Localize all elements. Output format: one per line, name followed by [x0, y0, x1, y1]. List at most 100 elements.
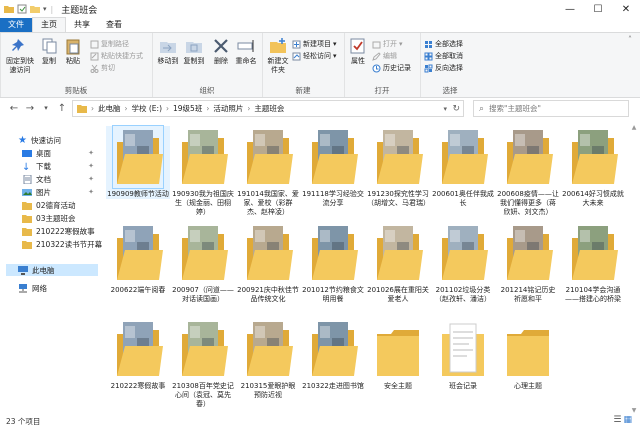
folder-item[interactable]: 200907（问道——对话读国画） — [171, 222, 235, 304]
folder-item[interactable]: 210315爱眼护眼 预防近视 — [236, 318, 300, 400]
back-arrow-icon[interactable]: ← — [6, 103, 22, 114]
folder-item[interactable]: 201026展在重阳关爱老人 — [366, 222, 430, 304]
address-bar[interactable]: › 此电脑 › 学校 (E:) › 19级5班 › 活动照片 › 主题班会 ▾ … — [72, 100, 464, 117]
refresh-icon[interactable]: ↻ — [452, 104, 460, 114]
recent-dropdown-icon[interactable]: ▾ — [38, 104, 54, 112]
easy-access-button[interactable]: 轻松访问 ▾ — [292, 51, 337, 61]
copy-path-button[interactable]: 复制路径 — [90, 39, 129, 49]
nav-item-pictures[interactable]: 图片 ✦ — [22, 186, 98, 198]
copy-button[interactable]: 复制 — [38, 37, 60, 66]
cut-button[interactable]: 剪切 — [90, 63, 115, 73]
new-folder-button[interactable]: 新建文件夹 — [266, 37, 290, 75]
nav-this-pc[interactable]: 此电脑 — [6, 264, 98, 276]
folder-item[interactable]: 201012节约粮食文明用餐 — [301, 222, 365, 304]
properties-icon[interactable] — [17, 4, 27, 14]
breadcrumb-drive[interactable]: 学校 (E:) — [132, 103, 163, 114]
select-none-button[interactable]: 全部取消 — [424, 51, 463, 61]
nav-network[interactable]: 网络 — [18, 282, 47, 294]
minimize-button[interactable]: — — [556, 0, 584, 18]
scroll-up-icon[interactable]: ▲ — [630, 124, 638, 131]
large-icons-view-icon[interactable]: ▦ — [623, 415, 632, 425]
folder-item[interactable]: 心理主题 — [496, 318, 560, 391]
quick-access-toolbar: ▾ — [0, 4, 47, 14]
tab-view[interactable]: 查看 — [98, 18, 130, 32]
folder-item[interactable]: 201102垃圾分类（赵孜轩、潘洁） — [431, 222, 495, 304]
folder-item[interactable]: 安全主题 — [366, 318, 430, 391]
paste-shortcut-button[interactable]: 粘贴快捷方式 — [90, 51, 143, 61]
up-arrow-icon[interactable]: ↑ — [54, 103, 70, 114]
breadcrumb-photos[interactable]: 活动照片 — [213, 103, 243, 114]
folder-item[interactable]: 191118学习经验交流分享 — [301, 126, 365, 208]
open-button[interactable]: 打开 ▾ — [372, 39, 403, 49]
history-label: 历史记录 — [383, 64, 411, 72]
folder-item[interactable]: 班会记录 — [431, 318, 495, 391]
folder-thumbnail-icon — [247, 322, 293, 376]
scrollbar[interactable]: ▲ ▼ — [630, 124, 638, 414]
breadcrumb-this-pc[interactable]: 此电脑 — [98, 103, 121, 114]
nav-item-folder[interactable]: 210222寒假故事 — [22, 225, 95, 237]
folder-item[interactable]: 190930我为祖国庆生（规金丽、田栩婷） — [171, 126, 235, 217]
properties-button[interactable]: 属性 — [348, 37, 368, 66]
folder-item[interactable]: 200622端午阅春 — [106, 222, 170, 295]
pin-quick-access-button[interactable]: 固定到快速访问 — [4, 37, 36, 75]
address-dropdown-icon[interactable]: ▾ — [443, 105, 447, 113]
nav-item-documents[interactable]: 文档 ✦ — [22, 173, 98, 185]
maximize-button[interactable]: ☐ — [584, 0, 612, 18]
details-view-icon[interactable]: ☰ — [613, 415, 621, 425]
folder-item[interactable]: 201214铭记历史 祈愿和平 — [496, 222, 560, 304]
new-folder-icon[interactable] — [30, 4, 40, 14]
folder-item[interactable]: 200601奥任伴我成长 — [431, 126, 495, 208]
collapse-ribbon-icon[interactable]: ˄ — [628, 35, 632, 44]
nav-this-pc-label: 此电脑 — [32, 265, 55, 275]
breadcrumb-class[interactable]: 19级5班 — [173, 103, 202, 114]
paste-label: 粘贴 — [66, 57, 80, 65]
navigation-pane: ★ 快速访问 桌面 ✦ ↓ 下载 ✦ 文档 ✦ 图片 ✦ 02德育活动 03主题… — [0, 124, 102, 414]
paste-button[interactable]: 粘贴 — [62, 37, 84, 66]
tab-file[interactable]: 文件 — [0, 18, 32, 32]
forward-arrow-icon[interactable]: → — [22, 103, 38, 114]
search-icon: ⌕ — [479, 103, 485, 114]
customize-toolbar-icon[interactable]: ▾ — [43, 5, 47, 13]
folder-item[interactable]: 200614好习惯成就大未来 — [561, 126, 625, 208]
folder-item[interactable]: 191230探究性学习（胡增文、马君瑞） — [366, 126, 430, 208]
copy-to-button[interactable]: 复制到 — [182, 37, 206, 66]
scroll-down-icon[interactable]: ▼ — [630, 407, 638, 414]
dropdown-arrow-icon: ▾ — [333, 40, 337, 48]
folder-item[interactable]: 210104学会沟通——搭建心的桥梁 — [561, 222, 625, 304]
close-button[interactable]: ✕ — [612, 0, 640, 18]
history-button[interactable]: 历史记录 — [372, 63, 411, 73]
breadcrumb-current[interactable]: 主题班会 — [254, 103, 284, 114]
folder-item-label: 210308百年党史记心间（袁冠、莫先春） — [172, 382, 234, 408]
breadcrumb-separator-icon: › — [124, 104, 128, 113]
rename-button[interactable]: 重命名 — [234, 37, 258, 66]
nav-item-folder[interactable]: 02德育活动 — [22, 199, 76, 211]
new-item-button[interactable]: 新建项目 ▾ — [292, 39, 337, 49]
copy-to-label: 复制到 — [183, 57, 205, 65]
ribbon-tabs: 文件 主页 共享 查看 — [0, 17, 640, 32]
folder-thumbnail-icon — [312, 226, 358, 280]
folder-item[interactable]: 200608疫情——让我们懂得更多（蒋欣妍、刘文杰） — [496, 126, 560, 217]
nav-item-downloads[interactable]: ↓ 下载 ✦ — [22, 160, 98, 173]
move-to-button[interactable]: 移动到 — [156, 37, 180, 66]
clipboard-group-label: 剪贴板 — [64, 86, 88, 95]
folder-item[interactable]: 191014我国家、爱家、爱校（彩群杰、赵梓凌） — [236, 126, 300, 217]
edit-button[interactable]: 编辑 — [372, 51, 397, 61]
ribbon: 固定到快速访问 复制 粘贴 复制路径 粘贴快捷方式 剪切 剪贴板 移动到 复制到… — [0, 32, 640, 98]
search-box[interactable]: ⌕ 搜索"主题班会" — [473, 100, 629, 117]
folder-item[interactable]: 210322走进图书馆 — [301, 318, 365, 391]
folder-item[interactable]: 210222寒假故事 — [106, 318, 170, 391]
select-all-button[interactable]: 全部选择 — [424, 39, 463, 49]
folder-item[interactable]: 190909教师节活动 — [106, 125, 170, 199]
folder-thumbnail-icon — [117, 226, 163, 280]
nav-item-folder[interactable]: 210322读书节开幕 — [22, 238, 102, 250]
tab-home[interactable]: 主页 — [32, 17, 66, 32]
nav-item-desktop[interactable]: 桌面 ✦ — [22, 147, 98, 159]
nav-quick-access[interactable]: ★ 快速访问 — [18, 134, 61, 146]
select-none-icon — [424, 52, 433, 60]
tab-share[interactable]: 共享 — [66, 18, 98, 32]
delete-button[interactable]: 删除 — [210, 37, 232, 66]
folder-item[interactable]: 210308百年党史记心间（袁冠、莫先春） — [171, 318, 235, 409]
folder-item[interactable]: 200921庆中秋佳节 品传统文化 — [236, 222, 300, 304]
invert-selection-button[interactable]: 反向选择 — [424, 63, 463, 73]
nav-item-folder[interactable]: 03主题班会 — [22, 212, 76, 224]
